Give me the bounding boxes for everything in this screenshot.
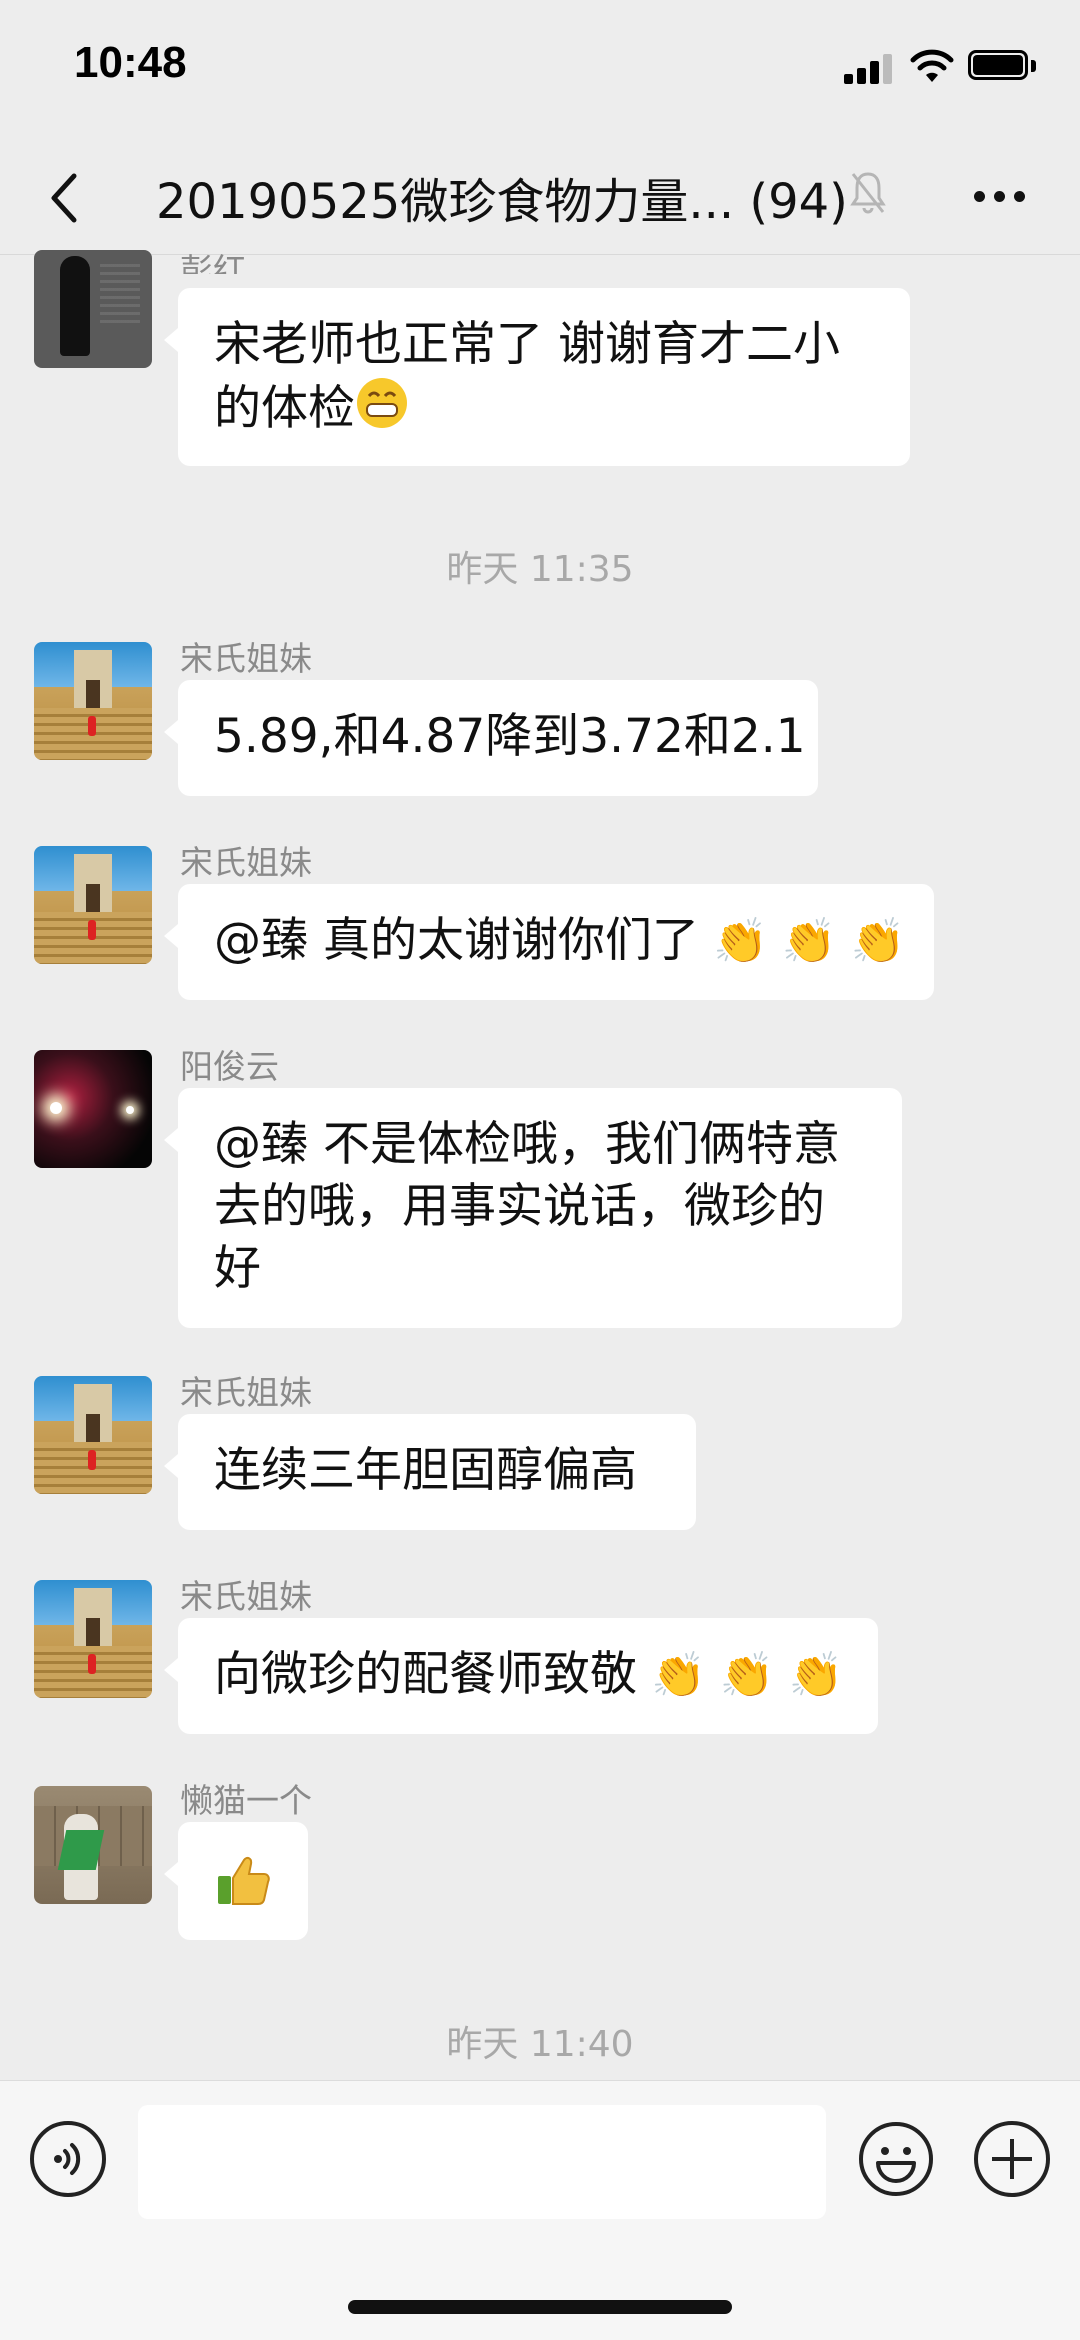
message-bubble[interactable]: 宋老师也正常了 谢谢育才二小 的体检	[164, 288, 910, 466]
avatar[interactable]	[34, 1580, 152, 1698]
message-input[interactable]	[138, 2105, 826, 2219]
clap-emoji-icon: 👏 👏 👏	[637, 1650, 844, 1701]
message-bubble[interactable]: @臻 真的太谢谢你们了 👏 👏 👏	[164, 884, 934, 1000]
battery-icon	[968, 50, 1038, 82]
chat-title[interactable]: 20190525微珍食物力量... (94)	[156, 162, 848, 232]
timestamp: 昨天 11:35	[446, 549, 634, 590]
status-bar: 10:48	[0, 0, 1080, 140]
avatar[interactable]	[34, 1376, 152, 1494]
clap-emoji-icon: 👏 👏 👏	[698, 916, 906, 967]
thumbs-up-emoji-icon	[218, 1856, 270, 1905]
chat-header: 20190525微珍食物力量... (94)	[0, 140, 1080, 255]
message-bubble[interactable]: 连续三年胆固醇偏高	[164, 1414, 696, 1530]
message-text: 好	[214, 1241, 261, 1296]
message-text: 的体检	[214, 381, 355, 436]
cellular-signal-icon	[844, 50, 894, 84]
grin-emoji-icon	[357, 378, 407, 428]
sender-name: 宋氏姐妹	[180, 1373, 312, 1412]
avatar[interactable]	[34, 250, 152, 368]
mute-bell-icon	[850, 172, 886, 214]
emoji-picker-icon[interactable]	[858, 2121, 934, 2197]
timestamp: 昨天 11:40	[446, 2024, 634, 2065]
wifi-icon	[910, 49, 954, 82]
message-text: 宋老师也正常了 谢谢育才二小	[214, 317, 840, 372]
message-text: 向微珍的配餐师致敬	[214, 1647, 637, 1702]
message-text: @臻 不是体检哦，我们俩特意	[214, 1117, 840, 1172]
avatar[interactable]	[34, 642, 152, 760]
sender-name: 宋氏姐妹	[180, 843, 312, 882]
more-actions-plus-button[interactable]	[974, 2121, 1050, 2197]
sender-name: 懒猫一个	[180, 1781, 312, 1820]
message-bubble[interactable]: 5.89,和4.87降到3.72和2.1	[164, 680, 818, 796]
status-time: 10:48	[74, 38, 187, 87]
more-options-icon[interactable]	[970, 188, 1030, 204]
message-bubble[interactable]: @臻 不是体检哦，我们俩特意 去的哦，用事实说话，微珍的 好	[164, 1088, 902, 1328]
avatar[interactable]	[34, 846, 152, 964]
message-text: 连续三年胆固醇偏高	[214, 1443, 637, 1498]
message-text: 去的哦，用事实说话，微珍的	[214, 1179, 825, 1234]
home-indicator	[348, 2300, 732, 2314]
sender-name: 宋氏姐妹	[180, 639, 312, 678]
message-bubble[interactable]	[164, 1822, 308, 1940]
message-text: 5.89,和4.87降到3.72和2.1	[214, 709, 806, 764]
message-text: @臻 真的太谢谢你们了	[214, 913, 699, 968]
avatar[interactable]	[34, 1050, 152, 1168]
voice-input-button[interactable]	[30, 2121, 106, 2197]
sender-name: 阳俊云	[180, 1047, 279, 1086]
avatar[interactable]	[34, 1786, 152, 1904]
back-chevron-icon[interactable]	[40, 168, 90, 228]
sender-name: 彭红	[180, 251, 246, 274]
sender-name: 宋氏姐妹	[180, 1577, 312, 1616]
voice-icon	[54, 2143, 81, 2175]
message-bubble[interactable]: 向微珍的配餐师致敬 👏 👏 👏	[164, 1618, 878, 1734]
